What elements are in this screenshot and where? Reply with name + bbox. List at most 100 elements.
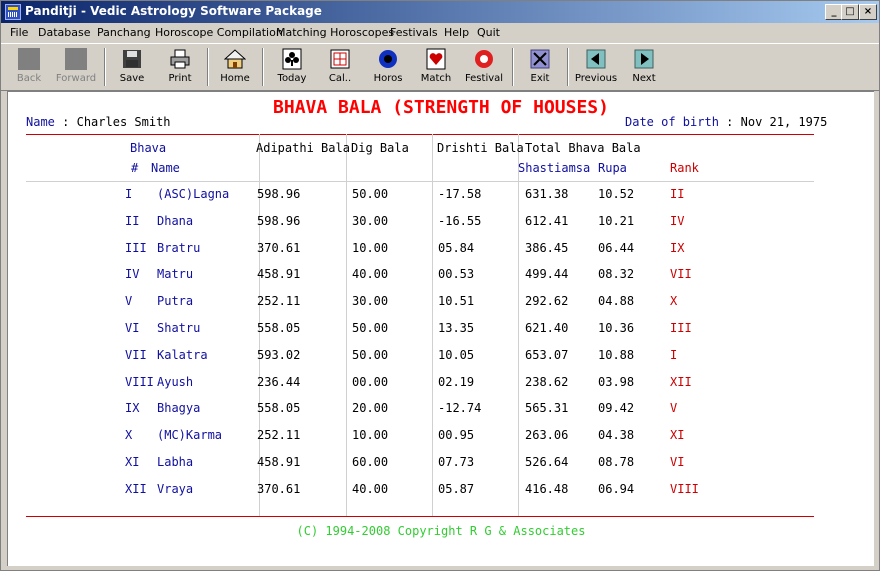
exit-button[interactable]: Exit [517, 46, 563, 88]
menu-horoscope-compilation[interactable]: Horoscope Compilation [155, 26, 283, 39]
shastiamsa-value: 565.31 [525, 401, 569, 416]
arrow-right-icon [633, 48, 655, 70]
rupa-value: 10.88 [598, 347, 635, 362]
bhava-number: XII [125, 481, 147, 496]
bhava-name: Ayush [157, 374, 194, 389]
calendar-icon [329, 48, 351, 70]
adipathi-bala: 558.05 [257, 401, 301, 416]
adipathi-bala: 252.11 [257, 294, 301, 309]
shastiamsa-value: 526.64 [525, 455, 569, 469]
dig-bala: 00.00 [352, 374, 389, 389]
toolbar-separator [512, 48, 514, 86]
calendar-button[interactable]: Cal.. [317, 46, 363, 88]
rank-value: VI [670, 455, 685, 469]
rupa-value: 08.78 [598, 455, 635, 469]
bhava-name: Dhana [157, 213, 194, 228]
name-separator: : [62, 115, 70, 129]
shastiamsa-value: 621.40 [525, 321, 569, 335]
bhava-name: Bhagya [157, 401, 201, 416]
rupa-value: 03.98 [598, 374, 635, 389]
drishti-bala: 05.84 [438, 240, 475, 255]
save-button[interactable]: Save [109, 46, 155, 88]
shastiamsa-value: 653.07 [525, 347, 569, 362]
menu-bar: File Database Panchang Horoscope Compila… [1, 23, 879, 43]
bhava-number: I [125, 187, 133, 201]
shastiamsa-value: 386.45 [525, 240, 569, 255]
name-value: Charles Smith [76, 115, 171, 129]
festival-button[interactable]: Festival [461, 46, 507, 88]
dig-bala: 20.00 [352, 401, 389, 416]
adipathi-bala: 458.91 [257, 267, 301, 282]
dob-line: Date of birth : Nov 21, 1975 [625, 115, 827, 129]
rank-value: IV [670, 213, 685, 228]
toolbar-separator [104, 48, 106, 86]
bhava-number: IV [125, 267, 140, 282]
menu-festivals[interactable]: Festivals [390, 26, 438, 39]
rank-value: XII [670, 374, 692, 389]
bhava-number: II [125, 213, 140, 228]
match-button[interactable]: Match [413, 46, 459, 88]
dig-bala: 40.00 [352, 481, 389, 496]
dig-bala: 40.00 [352, 267, 389, 282]
menu-panchang[interactable]: Panchang [97, 26, 151, 39]
adipathi-bala: 370.61 [257, 240, 301, 255]
bhava-number: X [125, 428, 133, 443]
report-panel: BHAVA BALA (STRENGTH OF HOUSES) Name : C… [7, 91, 874, 566]
bhava-number: VII [125, 347, 147, 362]
drishti-bala: 10.05 [438, 347, 475, 362]
bhava-name: Labha [157, 455, 194, 469]
today-button[interactable]: Today [269, 46, 315, 88]
drishti-bala: -17.58 [438, 187, 482, 201]
table-row: X (MC)Karma 252.11 10.00 00.95 263.06 04.38 XI [8, 428, 874, 448]
forward-icon [65, 48, 87, 70]
table-row: XI Labha 458.91 60.00 07.73 526.64 08.78 VI [8, 455, 874, 475]
close-button[interactable]: × [859, 4, 877, 20]
menu-matching-horoscopes[interactable]: Matching Horoscopes [276, 26, 394, 39]
floppy-disk-icon [121, 48, 143, 70]
shastiamsa-value: 499.44 [525, 267, 569, 282]
forward-button[interactable]: Forward [53, 46, 99, 88]
horoscope-icon [377, 48, 399, 70]
rupa-value: 10.21 [598, 213, 635, 228]
maximize-button[interactable]: □ [841, 4, 859, 20]
back-button[interactable]: Back [6, 46, 52, 88]
house-icon [223, 48, 247, 70]
rupa-value: 10.36 [598, 321, 635, 335]
menu-help[interactable]: Help [444, 26, 469, 39]
rank-value: IX [670, 240, 685, 255]
bhava-number: IX [125, 401, 140, 416]
dig-bala: 30.00 [352, 213, 389, 228]
rupa-value: 04.88 [598, 294, 635, 309]
rank-value: II [670, 187, 685, 201]
rank-value: III [670, 321, 692, 335]
app-icon[interactable] [5, 4, 21, 20]
home-button[interactable]: Home [212, 46, 258, 88]
bhava-number: III [125, 240, 147, 255]
exit-icon [529, 48, 551, 70]
menu-file[interactable]: File [10, 26, 28, 39]
table-row: V Putra 252.11 30.00 10.51 292.62 04.88 X [8, 294, 874, 314]
previous-button[interactable]: Previous [573, 46, 619, 88]
menu-quit[interactable]: Quit [477, 26, 500, 39]
rank-value: VIII [670, 481, 699, 496]
title-bar[interactable]: Panditji - Vedic Astrology Software Pack… [1, 1, 879, 23]
table-row: IX Bhagya 558.05 20.00 -12.74 565.31 09.42 V [8, 401, 874, 421]
next-button[interactable]: Next [621, 46, 667, 88]
table-row: IV Matru 458.91 40.00 00.53 499.44 08.32 VII [8, 267, 874, 287]
dig-bala: 60.00 [352, 455, 389, 469]
rupa-value: 06.44 [598, 240, 635, 255]
bhava-number: VI [125, 321, 140, 335]
header-total: Total Bhava Bala [525, 141, 641, 155]
horos-button[interactable]: Horos [365, 46, 411, 88]
table-row: II Dhana 598.96 30.00 -16.55 612.41 10.21 IV [8, 214, 874, 234]
adipathi-bala: 236.44 [257, 374, 301, 389]
rupa-value: 08.32 [598, 267, 635, 282]
bhava-name: Kalatra [157, 347, 208, 362]
adipathi-bala: 370.61 [257, 481, 301, 496]
header-dig: Dig Bala [351, 141, 409, 155]
header-adipathi: Adipathi Bala [256, 141, 350, 155]
print-button[interactable]: Print [157, 46, 203, 88]
menu-database[interactable]: Database [38, 26, 91, 39]
back-icon [18, 48, 40, 70]
bhava-name: Putra [157, 294, 194, 309]
